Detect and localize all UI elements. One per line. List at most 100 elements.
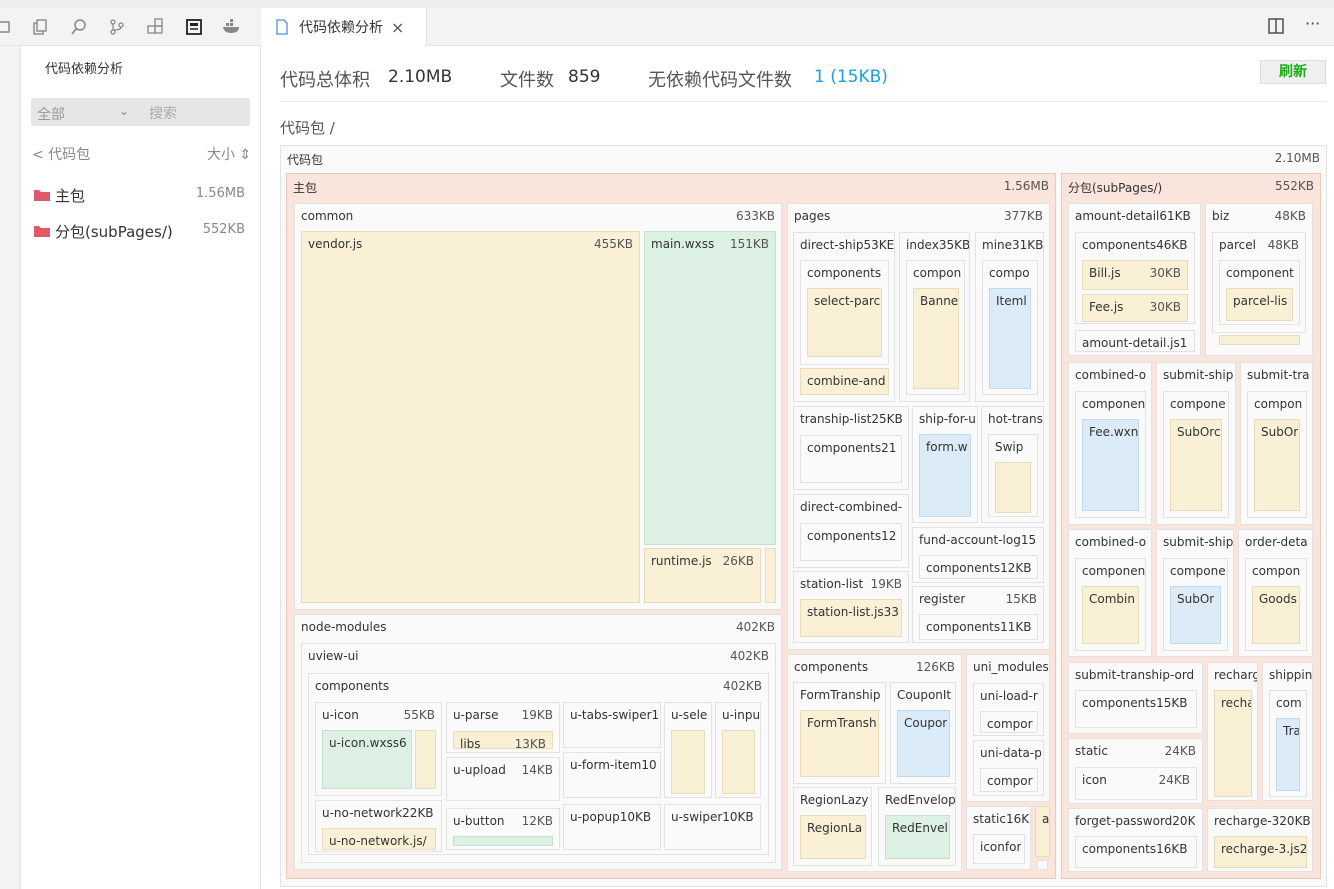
treemap-node-size: 1.56MB [1003, 179, 1049, 193]
treemap-node-label: common [301, 209, 354, 223]
treemap-node-size: 26KB [722, 554, 754, 568]
treemap-node-size: 30KB [1149, 266, 1181, 280]
treemap-node-formtransh[interactable]: FormTransh [800, 710, 879, 777]
treemap-node-compor1[interactable]: compor [980, 711, 1038, 733]
treemap-node-usele_in[interactable] [671, 730, 705, 794]
treemap-node-unonetjs[interactable]: u-no-network.js/ [322, 828, 436, 850]
treemap-node-libs[interactable]: libs 13KB [453, 731, 553, 749]
treemap-node-label: Coupor [904, 716, 948, 730]
treemap-node-label: direct-ship53KE [800, 238, 894, 252]
treemap-node-label: select-parc [814, 294, 881, 308]
more-actions-icon[interactable]: ··· [1305, 14, 1320, 33]
treemap-node-label: FormTranship [800, 688, 881, 702]
treemap-node-recharge3js[interactable]: recharge-3.js2 [1214, 836, 1307, 868]
editor-tab-bar: 代码依赖分析 × ··· [261, 8, 1334, 46]
treemap-node-label: u-upload [453, 763, 506, 777]
source-control-icon[interactable] [106, 16, 128, 38]
treemap-node-vendor[interactable]: vendor.js 455KB [301, 231, 640, 603]
treemap-node-label: Banne [920, 294, 958, 308]
treemap-node-components21[interactable]: components21 [800, 435, 902, 483]
treemap-node-a2[interactable] [1037, 860, 1048, 870]
treemap-node-uformitem[interactable]: u-form-item10 [563, 752, 661, 798]
treemap-node-bill[interactable]: Bill.js 30KB [1082, 260, 1188, 290]
treemap-node-uswiper[interactable]: u-swiper10KB [664, 804, 761, 850]
treemap-node-swip_in[interactable] [995, 462, 1031, 513]
docker-icon[interactable] [221, 16, 243, 38]
treemap-node-ubtn_in[interactable] [453, 836, 553, 846]
split-editor-icon[interactable] [1268, 18, 1284, 38]
treemap-node-label: recha [1221, 696, 1251, 710]
treemap-node-uupload[interactable]: u-upload 14KB [446, 757, 560, 801]
treemap-node-label: recharge-320KB [1214, 814, 1311, 828]
treemap-node-formw[interactable]: form.w [919, 434, 971, 517]
treemap-node-subor1[interactable]: SubOrc [1170, 419, 1222, 511]
treemap-node-label: SubOr [1261, 425, 1299, 439]
treemap-node-feewxn[interactable]: Fee.wxn [1082, 419, 1139, 511]
left-strip [0, 46, 21, 889]
treemap-node-label: ship-for-u [919, 412, 976, 426]
treemap-node-coupor[interactable]: Coupor [897, 710, 950, 777]
treemap-node-fee[interactable]: Fee.js 30KB [1082, 294, 1188, 322]
treemap-node-stationjs[interactable]: station-list.js33 [800, 599, 902, 637]
treemap-node-label: compone [1170, 397, 1226, 411]
treemap-node-selectparc[interactable]: select-parc [807, 288, 882, 357]
treemap-node-comp16[interactable]: components16KB [1075, 836, 1197, 868]
treemap-node-tra[interactable]: Tra [1276, 718, 1300, 791]
treemap-node-combineand[interactable]: combine-and [800, 368, 889, 395]
sidebar-item-subpackage[interactable]: 分包(subPages/) 552KB [31, 218, 251, 244]
treemap-node-combin[interactable]: Combin [1082, 586, 1139, 644]
sidebar-item-main-package[interactable]: 主包 1.56MB [31, 182, 251, 208]
treemap-node-mainwxss[interactable]: main.wxss 151KB [644, 231, 776, 545]
treemap-node-label: u-form-item10 [570, 758, 657, 772]
treemap-node-rtextra[interactable] [765, 548, 776, 603]
treemap-node-utabs[interactable]: u-tabs-swiper1 [563, 702, 661, 748]
partial-icon[interactable] [0, 16, 14, 38]
treemap-node-parcelx[interactable] [1219, 335, 1300, 345]
code-analysis-icon[interactable] [183, 16, 205, 38]
files-icon[interactable] [29, 16, 51, 38]
treemap-node-parcellis[interactable]: parcel-lis [1226, 288, 1293, 321]
treemap-node-label: SubOrc [1177, 425, 1221, 439]
treemap-node-label: uni_modules [973, 660, 1049, 674]
treemap-node-regionla[interactable]: RegionLa [800, 815, 866, 859]
tab-code-analysis[interactable]: 代码依赖分析 × [261, 8, 427, 46]
treemap-node-compor2[interactable]: compor [980, 768, 1038, 792]
treemap-node-uinput_in[interactable] [722, 730, 755, 794]
sort-toggle[interactable]: 大小 ⇕ [207, 144, 251, 164]
treemap-node-uiconx[interactable] [415, 730, 436, 789]
treemap-node-subor2[interactable]: SubOr [1254, 419, 1300, 511]
treemap-node-label: compone [1170, 564, 1226, 578]
search-icon[interactable] [68, 16, 90, 38]
treemap-node-a[interactable]: a [1035, 806, 1050, 857]
back-link[interactable]: < 代码包 [32, 144, 90, 164]
treemap-node-label: parcel-lis [1233, 294, 1288, 308]
treemap-node-redenvel[interactable]: RedEnvel [885, 815, 950, 859]
treemap-node-label: hot-trans [988, 412, 1043, 426]
treemap-node-subor3[interactable]: SubOr [1170, 586, 1221, 644]
filter-select[interactable]: 全部 ⌄ [31, 98, 139, 126]
activity-bar [0, 8, 261, 46]
treemap-node-comp15[interactable]: components15KB [1075, 690, 1197, 728]
treemap-node-runtime[interactable]: runtime.js 26KB [644, 548, 761, 603]
treemap-node-upopup[interactable]: u-popup10KB [563, 804, 661, 850]
treemap-node-goods[interactable]: Goods [1252, 586, 1300, 644]
close-icon[interactable]: × [391, 18, 404, 37]
treemap-node-label: compon [1252, 564, 1301, 578]
treemap-node-components12[interactable]: components12 [800, 523, 902, 561]
treemap-node-label: 代码包 [287, 153, 324, 167]
treemap-node-comp12kb[interactable]: components12KB [919, 555, 1038, 579]
treemap-node-uiconwxss[interactable]: u-icon.wxss6 [322, 730, 412, 789]
treemap-node-size: 402KB [729, 649, 769, 663]
treemap-node-label: components21 [807, 441, 897, 455]
treemap-node-amountjs[interactable]: amount-detail.js1 [1075, 330, 1195, 352]
treemap-node-recha[interactable]: recha [1214, 690, 1252, 797]
treemap-node-icon24[interactable]: icon 24KB [1075, 767, 1197, 800]
treemap-node-banne[interactable]: Banne [913, 288, 959, 389]
search-input[interactable]: 搜索 [139, 98, 250, 126]
treemap-node-label: static16KI [973, 812, 1030, 826]
extensions-icon[interactable] [144, 16, 166, 38]
treemap-node-iconfor[interactable]: iconfor [973, 834, 1025, 864]
treemap-node-size: 402KB [722, 679, 762, 693]
treemap-node-comp11kb[interactable]: components11KB [919, 614, 1038, 640]
treemap-node-iteml[interactable]: Iteml [989, 288, 1031, 389]
